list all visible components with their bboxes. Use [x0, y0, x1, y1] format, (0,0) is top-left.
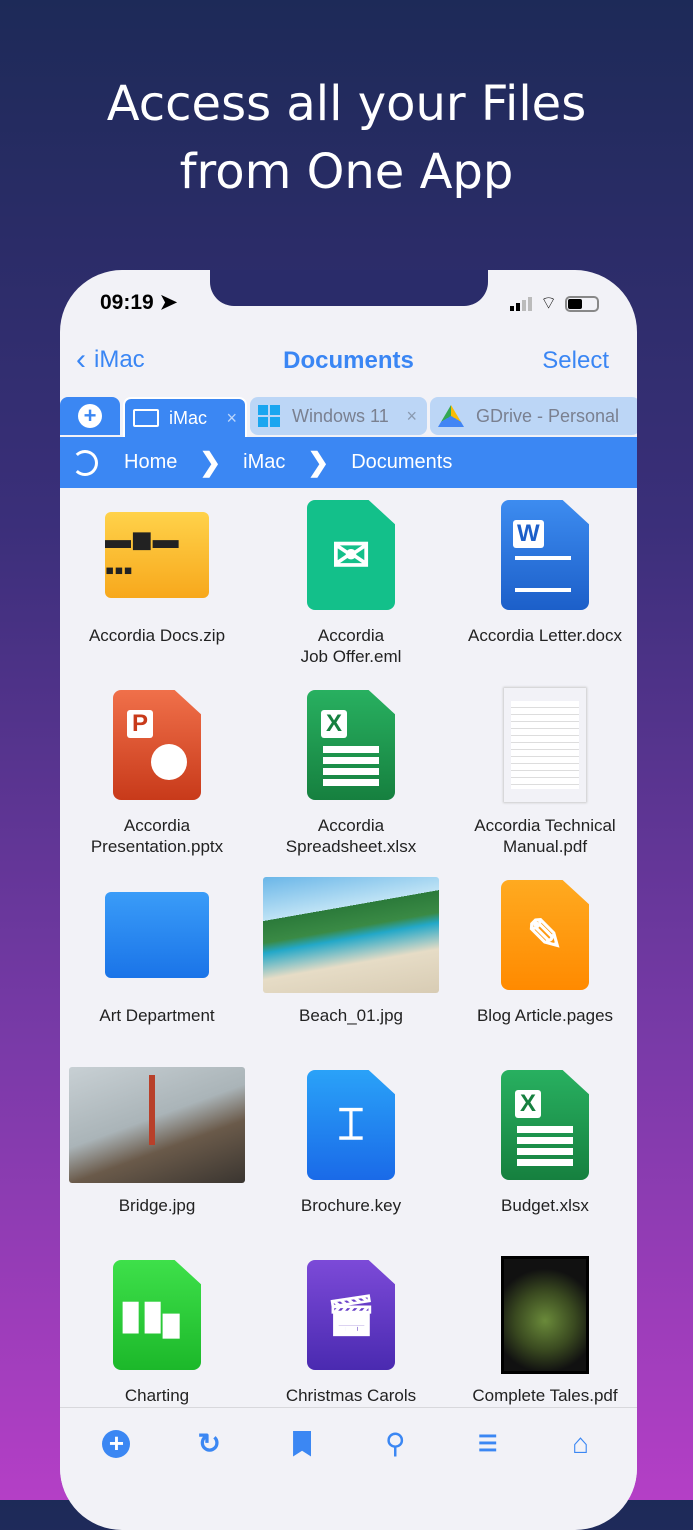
tab-label: iMac	[169, 407, 208, 428]
sort-button[interactable]: ☰	[473, 1429, 503, 1459]
file-name: Accordia Job Offer.eml	[300, 626, 402, 666]
file-item[interactable]: Beach_01.jpg	[254, 875, 448, 1065]
refresh-icon: ↻	[197, 1428, 221, 1459]
headline: Access all your Files from One App	[0, 70, 693, 206]
status-icons: ⌔	[510, 292, 599, 315]
bookmark-icon	[293, 1430, 312, 1457]
file-name: Budget.xlsx	[501, 1196, 589, 1215]
word-doc-icon: W	[501, 500, 589, 610]
tab-bar: + iMac × Windows 11 × GDrive - Personal	[60, 397, 637, 437]
file-item[interactable]: X Accordia Spreadsheet.xlsx	[254, 685, 448, 875]
headline-line-2: from One App	[179, 144, 514, 200]
file-name: Accordia Docs.zip	[88, 626, 226, 645]
google-drive-icon	[438, 405, 464, 427]
plus-circle-icon: +	[102, 1428, 131, 1458]
file-item[interactable]: ▬◼▬ ▪▪▪ Accordia Docs.zip	[60, 495, 254, 685]
chevron-right-icon: ❯	[199, 447, 222, 477]
signal-icon	[510, 296, 533, 311]
tab-gdrive-personal[interactable]: GDrive - Personal	[430, 397, 637, 435]
file-item[interactable]: X Budget.xlsx	[448, 1065, 637, 1255]
keynote-icon: ⌶	[307, 1070, 395, 1180]
nav-bar: ‹ iMac Documents Select	[60, 345, 637, 385]
search-button[interactable]: ⚲	[380, 1428, 410, 1459]
refresh-button[interactable]: ↻	[194, 1428, 224, 1459]
home-icon: ⌂	[572, 1427, 589, 1459]
pages-icon: ✎	[501, 880, 589, 990]
file-name: Charting	[124, 1386, 190, 1405]
file-name: Blog Article.pages	[476, 1006, 614, 1025]
beach-photo	[263, 877, 439, 993]
breadcrumb-home[interactable]: Home	[124, 451, 177, 474]
add-button[interactable]: +	[101, 1428, 131, 1459]
home-button[interactable]: ⌂	[566, 1427, 596, 1459]
bookmarks-button[interactable]	[287, 1429, 317, 1459]
powerpoint-icon: P	[113, 690, 201, 800]
monitor-icon	[133, 409, 159, 427]
file-name: Bridge.jpg	[118, 1196, 196, 1215]
headline-line-1: Access all your Files	[106, 76, 587, 132]
zip-folder-icon: ▬◼▬ ▪▪▪	[105, 512, 209, 598]
folder-icon	[105, 892, 209, 978]
file-name: Accordia Letter.docx	[467, 626, 623, 645]
excel-icon: X	[501, 1070, 589, 1180]
file-name: Accordia Presentation.pptx	[90, 816, 224, 856]
file-name: Art Department	[99, 1006, 215, 1025]
file-name: Brochure.key	[300, 1196, 402, 1215]
breadcrumb-documents[interactable]: Documents	[351, 451, 452, 474]
file-item[interactable]: ✉ Accordia Job Offer.eml	[254, 495, 448, 685]
file-item[interactable]: ✎ Blog Article.pages	[448, 875, 637, 1065]
location-icon: ➤	[159, 291, 178, 314]
file-item[interactable]: Accordia Technical Manual.pdf	[448, 685, 637, 875]
file-item[interactable]: W Accordia Letter.docx	[448, 495, 637, 685]
select-button[interactable]: Select	[542, 347, 609, 375]
tab-windows-11[interactable]: Windows 11 ×	[250, 397, 427, 435]
bottom-toolbar: + ↻ ⚲ ☰ ⌂	[60, 1407, 637, 1497]
notch	[210, 270, 488, 306]
battery-icon	[565, 295, 599, 312]
file-item[interactable]: Bridge.jpg	[60, 1065, 254, 1255]
search-icon: ⚲	[384, 1428, 406, 1459]
sort-list-icon: ☰	[477, 1430, 498, 1456]
book-cover	[501, 1256, 589, 1374]
file-grid: ▬◼▬ ▪▪▪ Accordia Docs.zip ✉ Accordia Job Of…	[60, 495, 637, 1445]
email-icon: ✉	[307, 500, 395, 610]
plus-circle-icon: +	[78, 403, 102, 428]
file-item[interactable]: P Accordia Presentation.pptx	[60, 685, 254, 875]
chevron-right-icon: ❯	[307, 447, 330, 477]
file-name: Accordia Technical Manual.pdf	[474, 816, 616, 856]
pdf-thumbnail	[503, 687, 587, 803]
tab-label: GDrive - Personal	[476, 405, 620, 426]
file-item[interactable]: Art Department	[60, 875, 254, 1065]
close-tab-icon[interactable]: ×	[226, 408, 237, 429]
file-item[interactable]: ⌶ Brochure.key	[254, 1065, 448, 1255]
history-icon[interactable]	[72, 449, 98, 476]
breadcrumb-imac[interactable]: iMac	[243, 451, 285, 474]
wifi-icon: ⌔	[540, 293, 557, 313]
numbers-icon: ▮▮▖	[113, 1260, 201, 1370]
windows-icon	[258, 405, 280, 427]
breadcrumb: Home ❯ iMac ❯ Documents	[60, 437, 637, 488]
bridge-photo	[69, 1067, 245, 1183]
clapperboard-icon: 🎬︎	[307, 1260, 395, 1370]
add-tab-button[interactable]: +	[60, 397, 120, 435]
status-time: 09:19 ➤	[100, 291, 178, 314]
file-name: Complete Tales.pdf	[472, 1386, 618, 1405]
file-name: Christmas Carols	[285, 1386, 417, 1405]
file-name: Beach_01.jpg	[299, 1006, 403, 1025]
tab-label: Windows 11	[292, 405, 389, 426]
excel-icon: X	[307, 690, 395, 800]
tab-imac[interactable]: iMac ×	[123, 397, 247, 437]
file-name: Accordia Spreadsheet.xlsx	[285, 816, 417, 856]
close-tab-icon[interactable]: ×	[406, 406, 417, 427]
phone-screen: 09:19 ➤ ⌔ ‹ iMac Documents Select + iMac …	[60, 270, 637, 1530]
